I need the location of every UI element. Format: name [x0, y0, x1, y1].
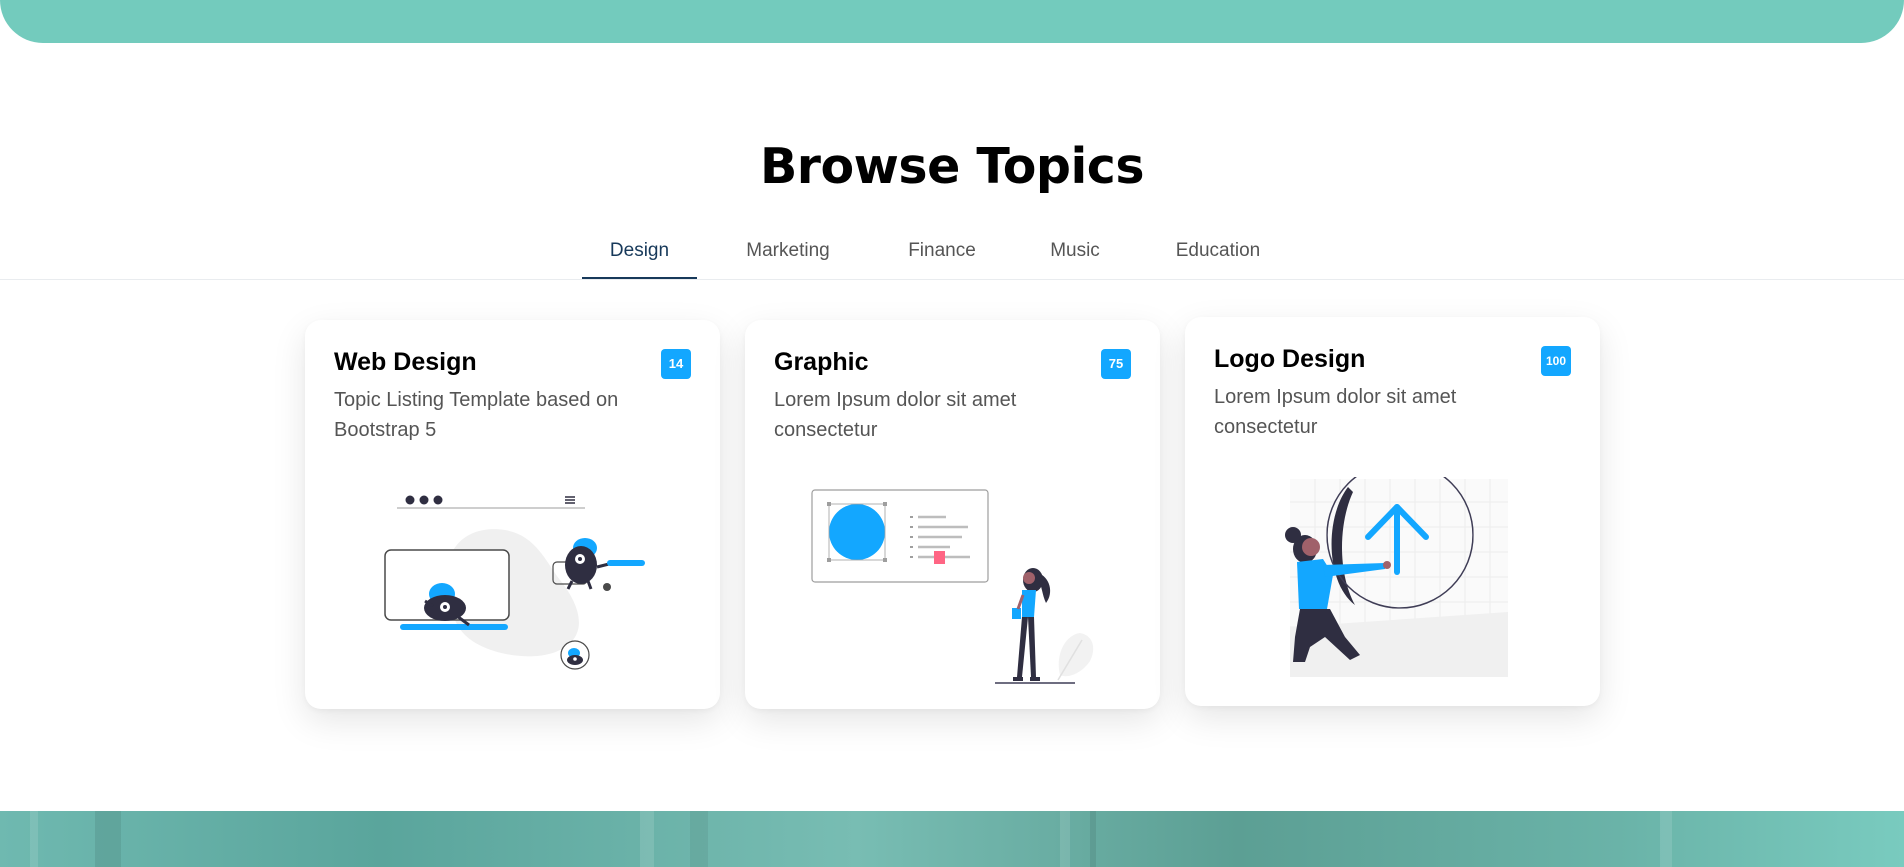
- card-title: Graphic: [774, 348, 869, 376]
- hero-section-bottom: [0, 0, 1904, 43]
- card-description: Lorem Ipsum dolor sit amet consectetur: [1214, 386, 1457, 438]
- topic-count-badge: 100: [1541, 346, 1571, 376]
- section-title: Browse Topics: [759, 138, 1145, 195]
- card-title: Logo Design: [1214, 345, 1366, 373]
- graphic-illustration: [811, 489, 1094, 684]
- logo-design-illustration: [1285, 477, 1508, 677]
- tab-education[interactable]: Education: [1146, 223, 1290, 279]
- topic-count-badge: 75: [1101, 349, 1131, 379]
- newsletter-section-top: [0, 811, 1904, 867]
- topic-card-logo-design[interactable]: Logo Design 100 Lorem Ipsum dolor sit am…: [1185, 317, 1600, 706]
- topic-card-web-design[interactable]: Web Design 14 Topic Listing Template bas…: [305, 320, 720, 709]
- tab-design[interactable]: Design: [582, 223, 697, 279]
- card-title: Web Design: [334, 348, 477, 376]
- topic-count-badge: 14: [661, 349, 691, 379]
- tab-music[interactable]: Music: [1030, 223, 1120, 279]
- tab-marketing[interactable]: Marketing: [722, 223, 854, 279]
- web-design-illustration: [384, 495, 645, 670]
- tab-finance[interactable]: Finance: [880, 223, 1004, 279]
- card-description: Topic Listing Template based on Bootstra…: [334, 389, 619, 441]
- card-description: Lorem Ipsum dolor sit amet consectetur: [774, 389, 1017, 441]
- topic-card-graphic[interactable]: Graphic 75 Lorem Ipsum dolor sit amet co…: [745, 320, 1160, 709]
- topic-tabs: Design Marketing Finance Music Education: [0, 223, 1904, 280]
